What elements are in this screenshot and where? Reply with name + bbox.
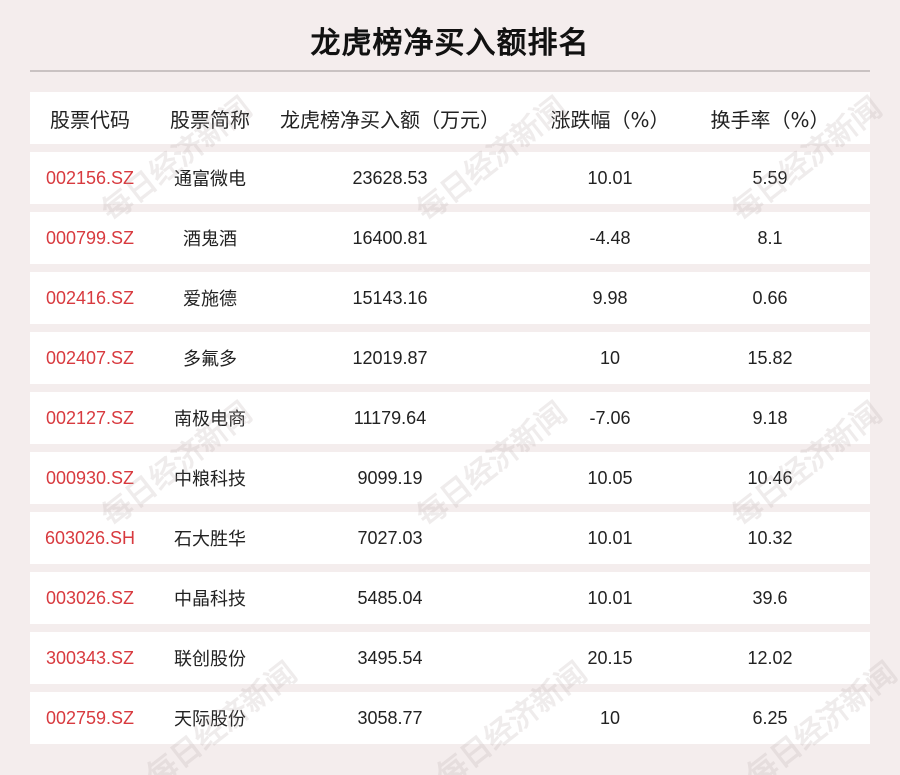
stock-code: 300343.SZ <box>45 647 135 668</box>
change-value: 10 <box>599 707 621 728</box>
table-row: 002156.SZ 通富微电 23628.53 10.01 5.59 <box>30 152 870 204</box>
change-value: 10 <box>599 347 621 368</box>
header-net-buy: 龙虎榜净买入额（万元） <box>280 107 500 132</box>
change-value: 10.01 <box>587 167 633 188</box>
turnover-value: 10.32 <box>747 527 793 548</box>
turnover-value: 5.59 <box>752 167 788 188</box>
stock-code: 603026.SH <box>44 527 136 548</box>
turnover-value: 15.82 <box>747 347 793 368</box>
stock-name: 酒鬼酒 <box>183 229 237 250</box>
header-change: 涨跌幅（%） <box>550 107 670 132</box>
stock-name: 多氟多 <box>183 349 237 370</box>
stock-name: 石大胜华 <box>174 529 246 550</box>
change-value: 10.05 <box>587 467 633 488</box>
change-value: -7.06 <box>589 407 631 428</box>
turnover-value: 0.66 <box>752 287 788 308</box>
stock-code: 002156.SZ <box>45 167 135 188</box>
turnover-value: 6.25 <box>752 707 788 728</box>
page-title: 龙虎榜净买入额排名 <box>310 26 590 61</box>
stock-name: 爱施德 <box>183 289 237 310</box>
change-value: -4.48 <box>589 227 631 248</box>
net-buy-value: 3495.54 <box>357 647 423 668</box>
stock-code: 002407.SZ <box>45 347 135 368</box>
header-code: 股票代码 <box>50 107 130 132</box>
net-buy-value: 7027.03 <box>357 527 423 548</box>
stock-name: 南极电商 <box>174 409 246 430</box>
stock-name: 天际股份 <box>174 709 246 730</box>
table-header-row: 股票代码 股票简称 龙虎榜净买入额（万元） 涨跌幅（%） 换手率（%） <box>30 92 870 144</box>
stock-name: 通富微电 <box>174 169 246 190</box>
ranking-table: 股票代码 股票简称 龙虎榜净买入额（万元） 涨跌幅（%） 换手率（%） 0021… <box>30 92 870 752</box>
change-value: 10.01 <box>587 587 633 608</box>
table-row: 002127.SZ 南极电商 11179.64 -7.06 9.18 <box>30 392 870 444</box>
net-buy-value: 15143.16 <box>352 287 428 308</box>
table-row: 002759.SZ 天际股份 3058.77 10 6.25 <box>30 692 870 744</box>
table-row: 300343.SZ 联创股份 3495.54 20.15 12.02 <box>30 632 870 684</box>
stock-code: 002759.SZ <box>45 707 135 728</box>
turnover-value: 39.6 <box>752 587 788 608</box>
table-row: 603026.SH 石大胜华 7027.03 10.01 10.32 <box>30 512 870 564</box>
net-buy-value: 5485.04 <box>357 587 423 608</box>
stock-code: 000799.SZ <box>45 227 135 248</box>
net-buy-value: 16400.81 <box>352 227 428 248</box>
stock-code: 000930.SZ <box>45 467 135 488</box>
change-value: 9.98 <box>592 287 628 308</box>
net-buy-value: 11179.64 <box>353 407 427 428</box>
stock-name: 联创股份 <box>174 649 246 670</box>
stock-code: 003026.SZ <box>45 587 135 608</box>
table-row: 000930.SZ 中粮科技 9099.19 10.05 10.46 <box>30 452 870 504</box>
stock-code: 002416.SZ <box>45 287 135 308</box>
net-buy-value: 23628.53 <box>352 167 428 188</box>
table-row: 002407.SZ 多氟多 12019.87 10 15.82 <box>30 332 870 384</box>
turnover-value: 12.02 <box>747 647 793 668</box>
change-value: 10.01 <box>587 527 633 548</box>
stock-name: 中粮科技 <box>174 469 246 490</box>
turnover-value: 10.46 <box>747 467 793 488</box>
net-buy-value: 12019.87 <box>352 347 428 368</box>
table-row: 002416.SZ 爱施德 15143.16 9.98 0.66 <box>30 272 870 324</box>
header-turnover: 换手率（%） <box>710 107 830 132</box>
stock-name: 中晶科技 <box>174 589 246 610</box>
change-value: 20.15 <box>587 647 633 668</box>
net-buy-value: 3058.77 <box>357 707 423 728</box>
table-row: 003026.SZ 中晶科技 5485.04 10.01 39.6 <box>30 572 870 624</box>
turnover-value: 9.18 <box>752 407 788 428</box>
net-buy-value: 9099.19 <box>357 467 423 488</box>
header-name: 股票简称 <box>170 107 250 132</box>
stock-code: 002127.SZ <box>45 407 135 428</box>
turnover-value: 8.1 <box>757 227 783 248</box>
title-divider <box>30 70 870 72</box>
table-row: 000799.SZ 酒鬼酒 16400.81 -4.48 8.1 <box>30 212 870 264</box>
